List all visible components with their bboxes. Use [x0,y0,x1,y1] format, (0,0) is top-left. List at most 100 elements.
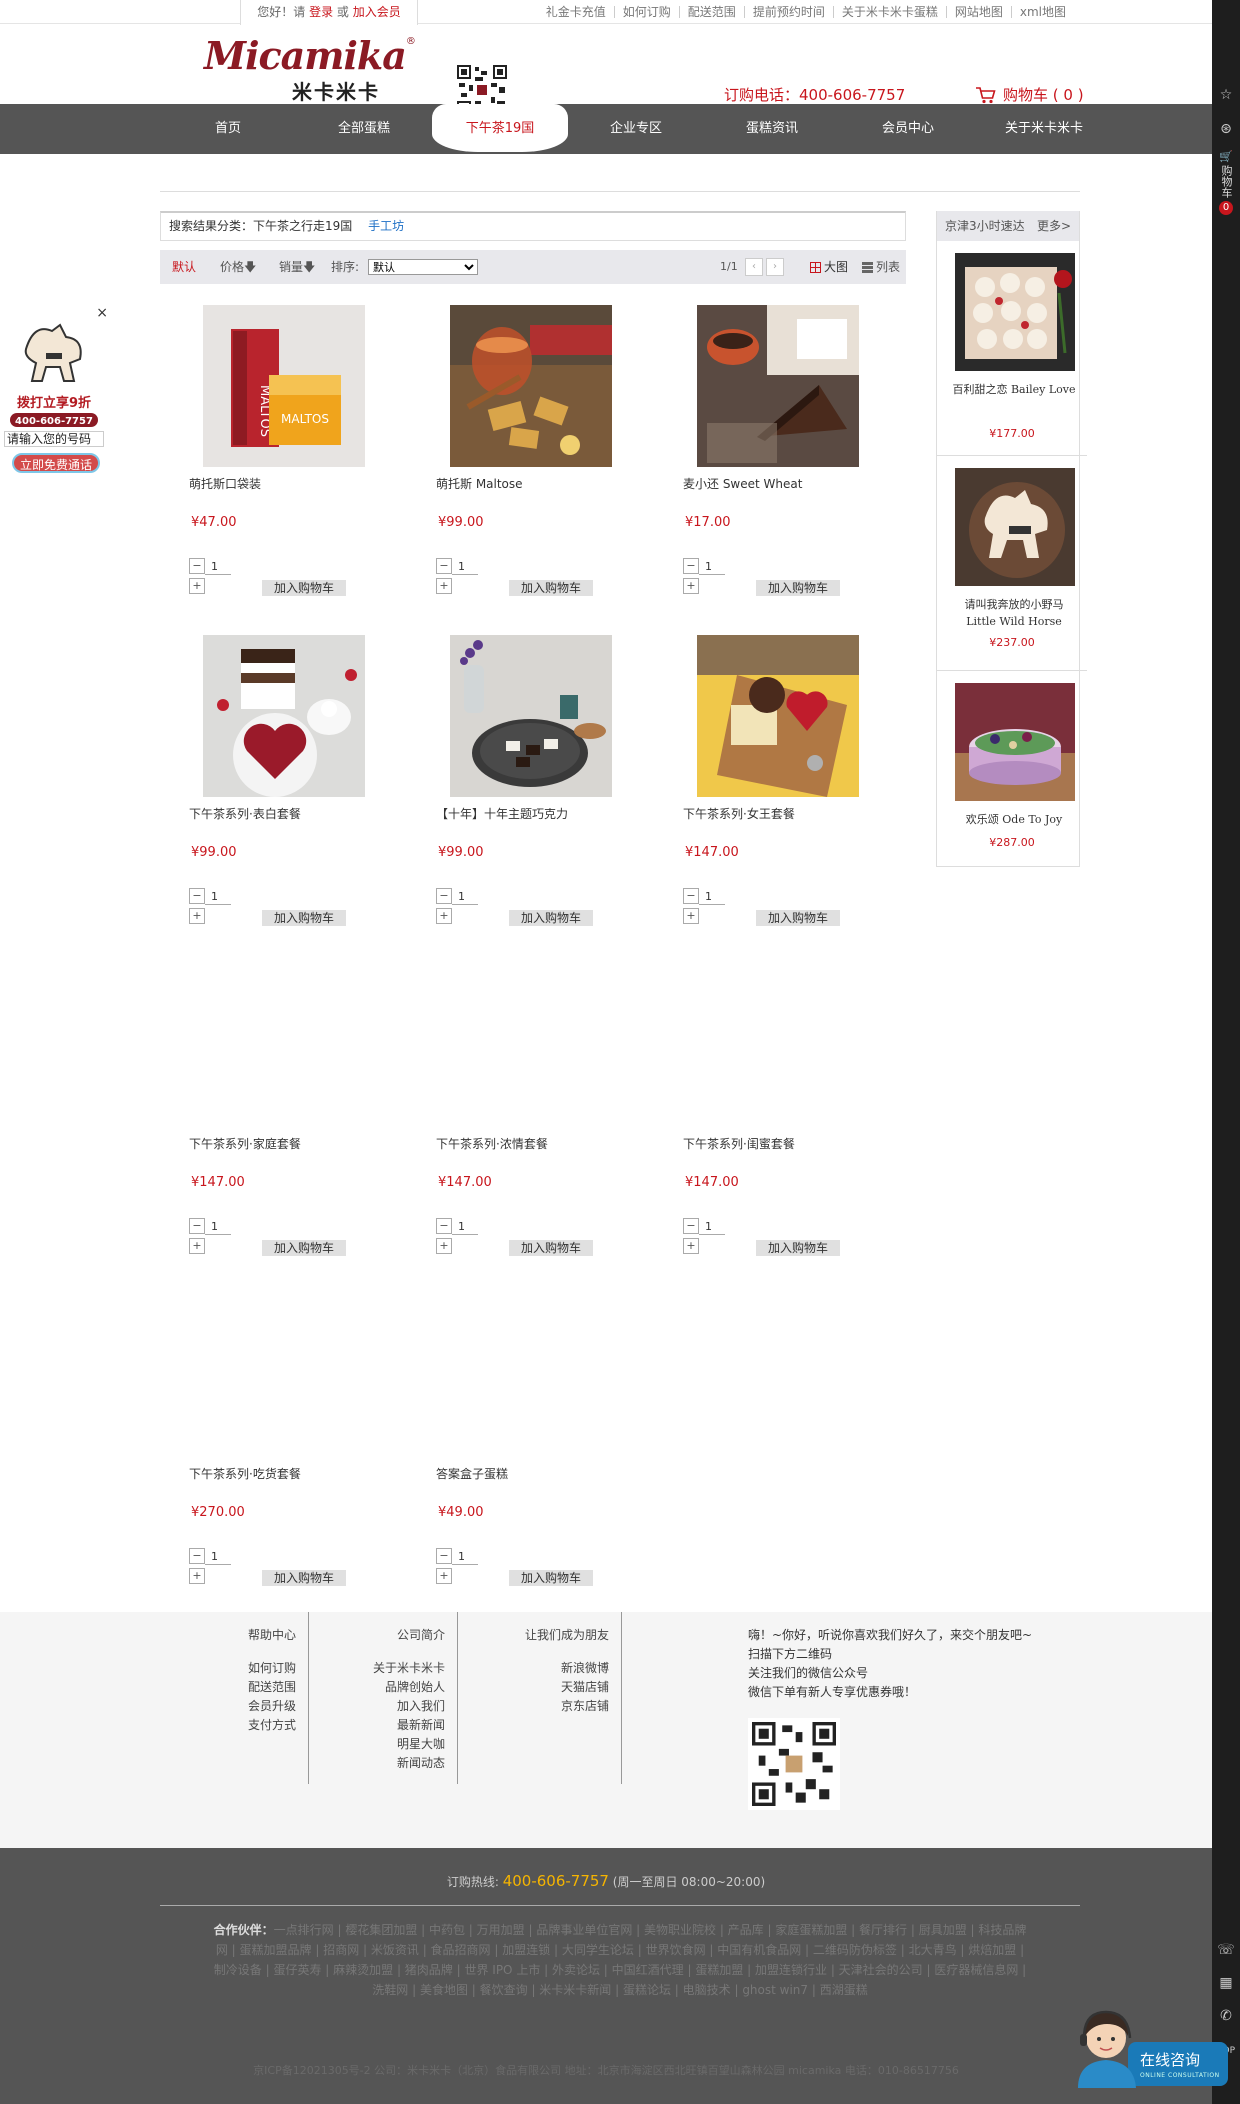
decrease-button[interactable]: − [436,1548,452,1564]
product-name[interactable]: 萌托斯 Maltose [436,475,656,492]
decrease-button[interactable]: − [683,1218,699,1234]
footer-link[interactable]: 天猫店铺 [458,1678,609,1697]
toplink-about[interactable]: 关于米卡米卡蛋糕 [834,6,947,18]
product-name[interactable]: 下午茶系列·浓情套餐 [436,1135,656,1152]
sidebar-product-name[interactable]: 请叫我奔放的小野马 Little Wild Horse [951,596,1077,630]
qr-icon[interactable]: ▦ [1212,1968,1240,1998]
product-name[interactable]: 麦小还 Sweet Wheat [683,475,903,492]
nav-all-cakes[interactable]: 全部蛋糕 [296,104,432,154]
footer-link[interactable]: 新闻动态 [309,1754,445,1773]
product-image[interactable] [697,305,859,467]
product-image[interactable] [697,635,859,797]
toplink-xml[interactable]: xml地图 [1012,6,1074,18]
toolbar-cart[interactable]: 🛒 购物车 0 [1212,150,1240,215]
add-to-cart-button[interactable]: 加入购物车 [509,910,593,926]
view-grid[interactable]: 大图 [810,250,848,284]
decrease-button[interactable]: − [189,1548,205,1564]
product-image[interactable]: MALTOS MALTOS [203,305,365,467]
decrease-button[interactable]: − [436,888,452,904]
login-link[interactable]: 登录 [309,5,333,19]
increase-button[interactable]: + [683,578,699,594]
add-to-cart-button[interactable]: 加入购物车 [262,1240,346,1256]
add-to-cart-button[interactable]: 加入购物车 [756,910,840,926]
partners-links[interactable]: 一点排行网 | 樱花集团加盟 | 中药包 | 万用加盟 | 品牌事业单位官网 |… [214,1923,1027,1997]
product-image[interactable] [203,1295,365,1457]
product-image[interactable] [450,965,612,1127]
add-to-cart-button[interactable]: 加入购物车 [509,1240,593,1256]
increase-button[interactable]: + [436,1568,452,1584]
quantity-input[interactable]: 1 [452,558,478,575]
quantity-input[interactable]: 1 [205,888,231,905]
footer-link[interactable]: 关于米卡米卡 [309,1659,445,1678]
footer-link[interactable]: 会员升级 [160,1697,296,1716]
product-name[interactable]: 答案盒子蛋糕 [436,1465,656,1482]
free-call-button[interactable]: 立即免费通话 [12,453,100,473]
sidebar-product-name[interactable]: 欢乐颂 Ode To Joy [951,811,1077,828]
consult-button[interactable]: 在线咨询 ONLINE CONSULTATION [1128,2042,1228,2086]
quantity-input[interactable]: 1 [205,1218,231,1235]
more-link[interactable]: 更多> [1037,211,1071,241]
add-to-cart-button[interactable]: 加入购物车 [262,910,346,926]
product-name[interactable]: 【十年】十年主题巧克力 [436,805,656,822]
product-image[interactable] [450,635,612,797]
increase-button[interactable]: + [683,908,699,924]
quantity-input[interactable]: 1 [452,888,478,905]
sidebar-product[interactable]: 百利甜之恋 Bailey Love ¥177.00 [937,241,1087,456]
quantity-input[interactable]: 1 [205,558,231,575]
sidebar-product[interactable]: 欢乐颂 Ode To Joy ¥287.00 [937,671,1087,886]
add-to-cart-button[interactable]: 加入购物车 [756,580,840,596]
footer-link[interactable]: 京东店铺 [458,1697,609,1716]
increase-button[interactable]: + [683,1238,699,1254]
product-name[interactable]: 萌托斯口袋装 [189,475,409,492]
add-to-cart-button[interactable]: 加入购物车 [509,1570,593,1586]
cart-link[interactable]: 购物车 ( 0 ) [975,84,1084,105]
decrease-button[interactable]: − [189,1218,205,1234]
join-link[interactable]: 加入会员 [353,5,401,19]
increase-button[interactable]: + [189,908,205,924]
quantity-input[interactable]: 1 [205,1548,231,1565]
increase-button[interactable]: + [436,1238,452,1254]
product-image[interactable] [955,468,1075,586]
decrease-button[interactable]: − [436,1218,452,1234]
footer-link[interactable]: 支付方式 [160,1716,296,1735]
phone-number-input[interactable]: 请输入您的号码 [4,431,104,447]
product-name[interactable]: 下午茶系列·家庭套餐 [189,1135,409,1152]
increase-button[interactable]: + [189,1238,205,1254]
add-to-cart-button[interactable]: 加入购物车 [262,580,346,596]
product-image[interactable] [450,1295,612,1457]
quantity-input[interactable]: 1 [452,1218,478,1235]
decrease-button[interactable]: − [683,558,699,574]
logo[interactable]: Micamika® 米卡米卡 [204,36,416,105]
toplink-howto[interactable]: 如何订购 [615,6,680,18]
service-icon[interactable]: ☏ [1212,1935,1240,1965]
toplink-booking[interactable]: 提前预约时间 [745,6,834,18]
footer-link[interactable]: 明星大咖 [309,1735,445,1754]
crumb-link[interactable]: 手工坊 [368,219,404,233]
product-name[interactable]: 下午茶系列·女王套餐 [683,805,903,822]
view-list[interactable]: 列表 [862,250,900,284]
add-to-cart-button[interactable]: 加入购物车 [262,1570,346,1586]
footer-link[interactable]: 如何订购 [160,1659,296,1678]
nav-member[interactable]: 会员中心 [840,104,976,154]
product-image[interactable] [955,253,1075,371]
footer-link[interactable]: 加入我们 [309,1697,445,1716]
increase-button[interactable]: + [189,578,205,594]
nav-afternoon-tea[interactable]: 下午茶19国 [432,104,568,152]
product-image[interactable] [697,965,859,1127]
product-name[interactable]: 下午茶系列·吃货套餐 [189,1465,409,1482]
product-image[interactable] [203,635,365,797]
sidebar-product[interactable]: 请叫我奔放的小野马 Little Wild Horse ¥237.00 [937,456,1087,671]
add-to-cart-button[interactable]: 加入购物车 [756,1240,840,1256]
nav-news[interactable]: 蛋糕资讯 [704,104,840,154]
quantity-input[interactable]: 1 [699,1218,725,1235]
quantity-input[interactable]: 1 [452,1548,478,1565]
product-image[interactable] [450,305,612,467]
increase-button[interactable]: + [189,1568,205,1584]
nav-home[interactable]: 首页 [160,104,296,154]
sort-select[interactable]: 默认 [368,259,478,275]
toplink-delivery[interactable]: 配送范围 [680,6,745,18]
history-icon[interactable]: ⊛ [1212,114,1240,144]
decrease-button[interactable]: − [436,558,452,574]
nav-about[interactable]: 关于米卡米卡 [976,104,1112,154]
toplink-giftcard[interactable]: 礼金卡充值 [538,6,615,18]
